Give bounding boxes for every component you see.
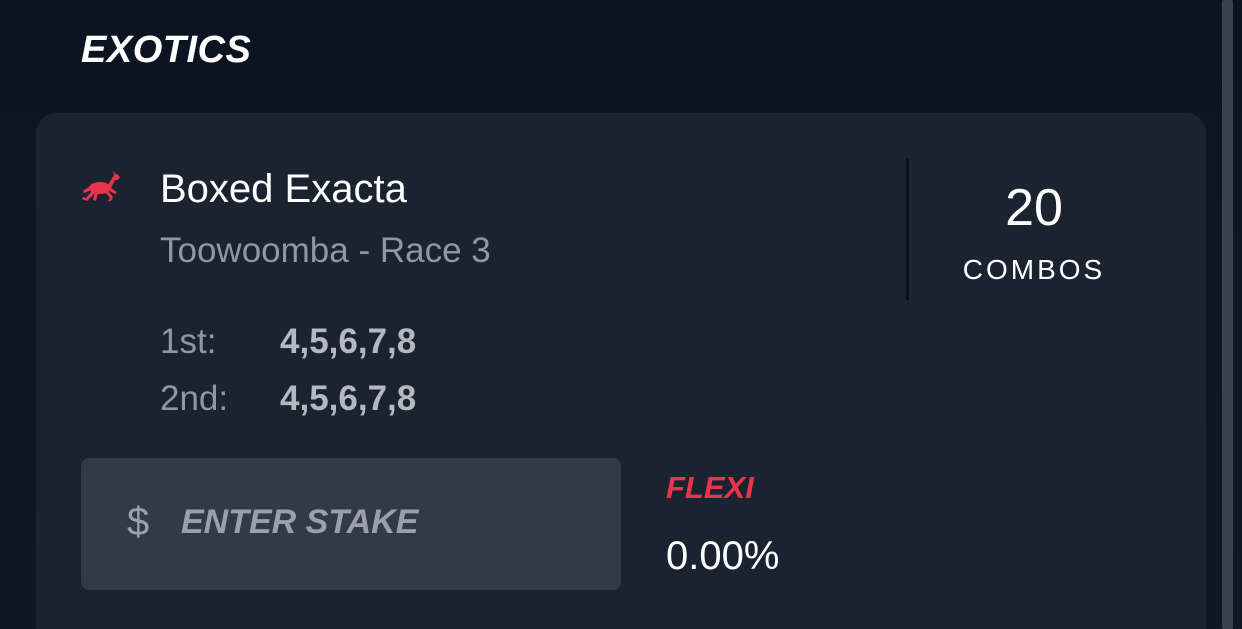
selection-runners: 4,5,6,7,8 (280, 322, 417, 361)
selection-row-2nd: 2nd: 4,5,6,7,8 (160, 376, 416, 422)
race-name: Toowoomba - Race 3 (160, 231, 491, 270)
bet-type: Boxed Exacta (160, 167, 407, 211)
dollar-icon: $ (127, 500, 150, 544)
scrollbar[interactable] (1222, 0, 1233, 629)
divider (906, 158, 909, 300)
selection-label: 2nd: (160, 379, 229, 418)
section-title: EXOTICS (81, 29, 252, 71)
stake-input[interactable] (181, 496, 601, 548)
horse-racing-icon (82, 171, 120, 201)
selection-runners: 4,5,6,7,8 (280, 379, 417, 418)
flexi-label: FLEXI (666, 470, 754, 505)
exotics-page: EXOTICS Boxed Exacta Toowoomba - Race 3 … (0, 0, 1242, 629)
selection-label: 1st: (160, 322, 217, 361)
combos-count: 20 (1005, 179, 1063, 237)
selection-row-1st: 1st: 4,5,6,7,8 (160, 319, 416, 365)
flexi-percentage: 0.00% (666, 534, 780, 578)
stake-input-box[interactable]: $ (81, 458, 621, 590)
combos-label: COMBOS (962, 254, 1106, 285)
